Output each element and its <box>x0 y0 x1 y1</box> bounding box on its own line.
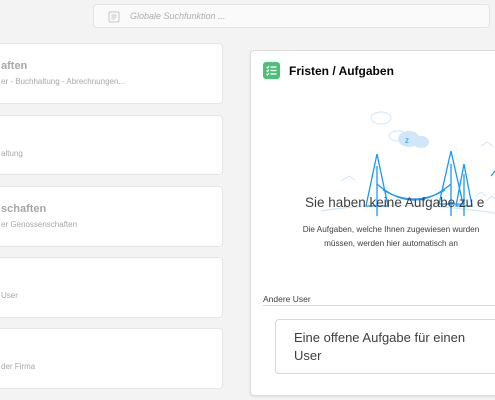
svg-text:z: z <box>405 136 409 145</box>
tile-subtitle: er Genossenschaften <box>1 220 78 229</box>
other-user-task-box[interactable]: Eine offene Aufgabe für einen User <box>275 319 495 374</box>
search-icon <box>108 10 120 23</box>
section-divider <box>263 305 495 306</box>
empty-desc-line: müssen, werden hier automatisch an <box>324 239 458 248</box>
tile-subtitle: altung <box>1 149 23 158</box>
tile-card-5[interactable]: der Firma <box>0 328 223 389</box>
other-user-label: Andere User <box>263 294 311 304</box>
panel-header: Fristen / Aufgaben <box>263 62 394 79</box>
empty-state-title: Sie haben keine Aufgabe zu e <box>305 195 485 210</box>
global-search-input[interactable]: Globale Suchfunktion ... <box>93 4 490 28</box>
tile-subtitle: der Firma <box>1 362 36 371</box>
other-user-task-line: User <box>294 348 322 363</box>
search-placeholder: Globale Suchfunktion ... <box>130 11 226 21</box>
tile-card-4[interactable]: User <box>0 257 223 318</box>
panel-title: Fristen / Aufgaben <box>289 63 394 78</box>
other-user-task-line: Eine offene Aufgabe für einen <box>294 330 466 345</box>
empty-state-description: Die Aufgaben, welche Ihnen zugewiesen wu… <box>251 223 495 251</box>
tile-card-2[interactable]: altung <box>0 115 223 175</box>
task-list-icon <box>263 62 280 79</box>
tasks-panel: Fristen / Aufgaben z Sie haben keine Auf… <box>250 50 495 396</box>
tile-subtitle: User <box>1 291 18 300</box>
tile-title: aften <box>1 60 28 72</box>
tile-card-3[interactable]: schaften er Genossenschaften <box>0 186 223 247</box>
tile-subtitle: er - Buchhaltung - Abrechnungen... <box>1 77 126 86</box>
empty-desc-line: Die Aufgaben, welche Ihnen zugewiesen wu… <box>302 225 480 234</box>
tile-title: schaften <box>1 203 47 215</box>
tile-card-1[interactable]: aften er - Buchhaltung - Abrechnungen... <box>0 43 223 104</box>
